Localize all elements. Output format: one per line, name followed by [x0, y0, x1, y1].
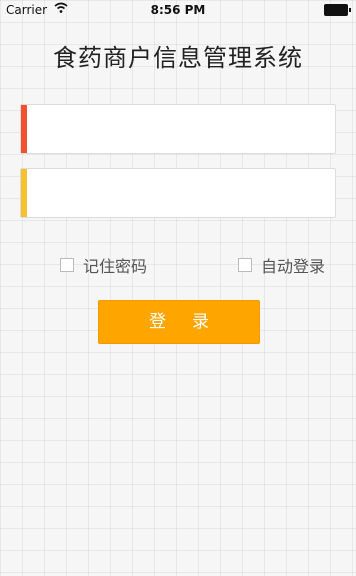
auto-login-label: 自动登录 [261, 257, 326, 276]
password-input[interactable] [31, 169, 331, 219]
username-field-container [20, 104, 336, 155]
login-button[interactable]: 登录 [98, 300, 260, 344]
username-accent-bar [21, 105, 27, 153]
password-field-container [20, 168, 336, 219]
auto-login-checkbox[interactable] [238, 258, 252, 272]
auto-login-option[interactable]: 自动登录 [238, 255, 326, 276]
remember-password-checkbox[interactable] [60, 258, 74, 272]
page-title: 食药商户信息管理系统 [53, 44, 303, 72]
status-bar: Carrier 8:56 PM [0, 0, 356, 20]
battery-icon [324, 4, 351, 16]
password-accent-bar [21, 169, 27, 217]
remember-password-option[interactable]: 记住密码 [60, 255, 148, 276]
status-time: 8:56 PM [150, 3, 206, 17]
remember-password-label: 记住密码 [83, 257, 148, 276]
username-input[interactable] [31, 105, 331, 155]
